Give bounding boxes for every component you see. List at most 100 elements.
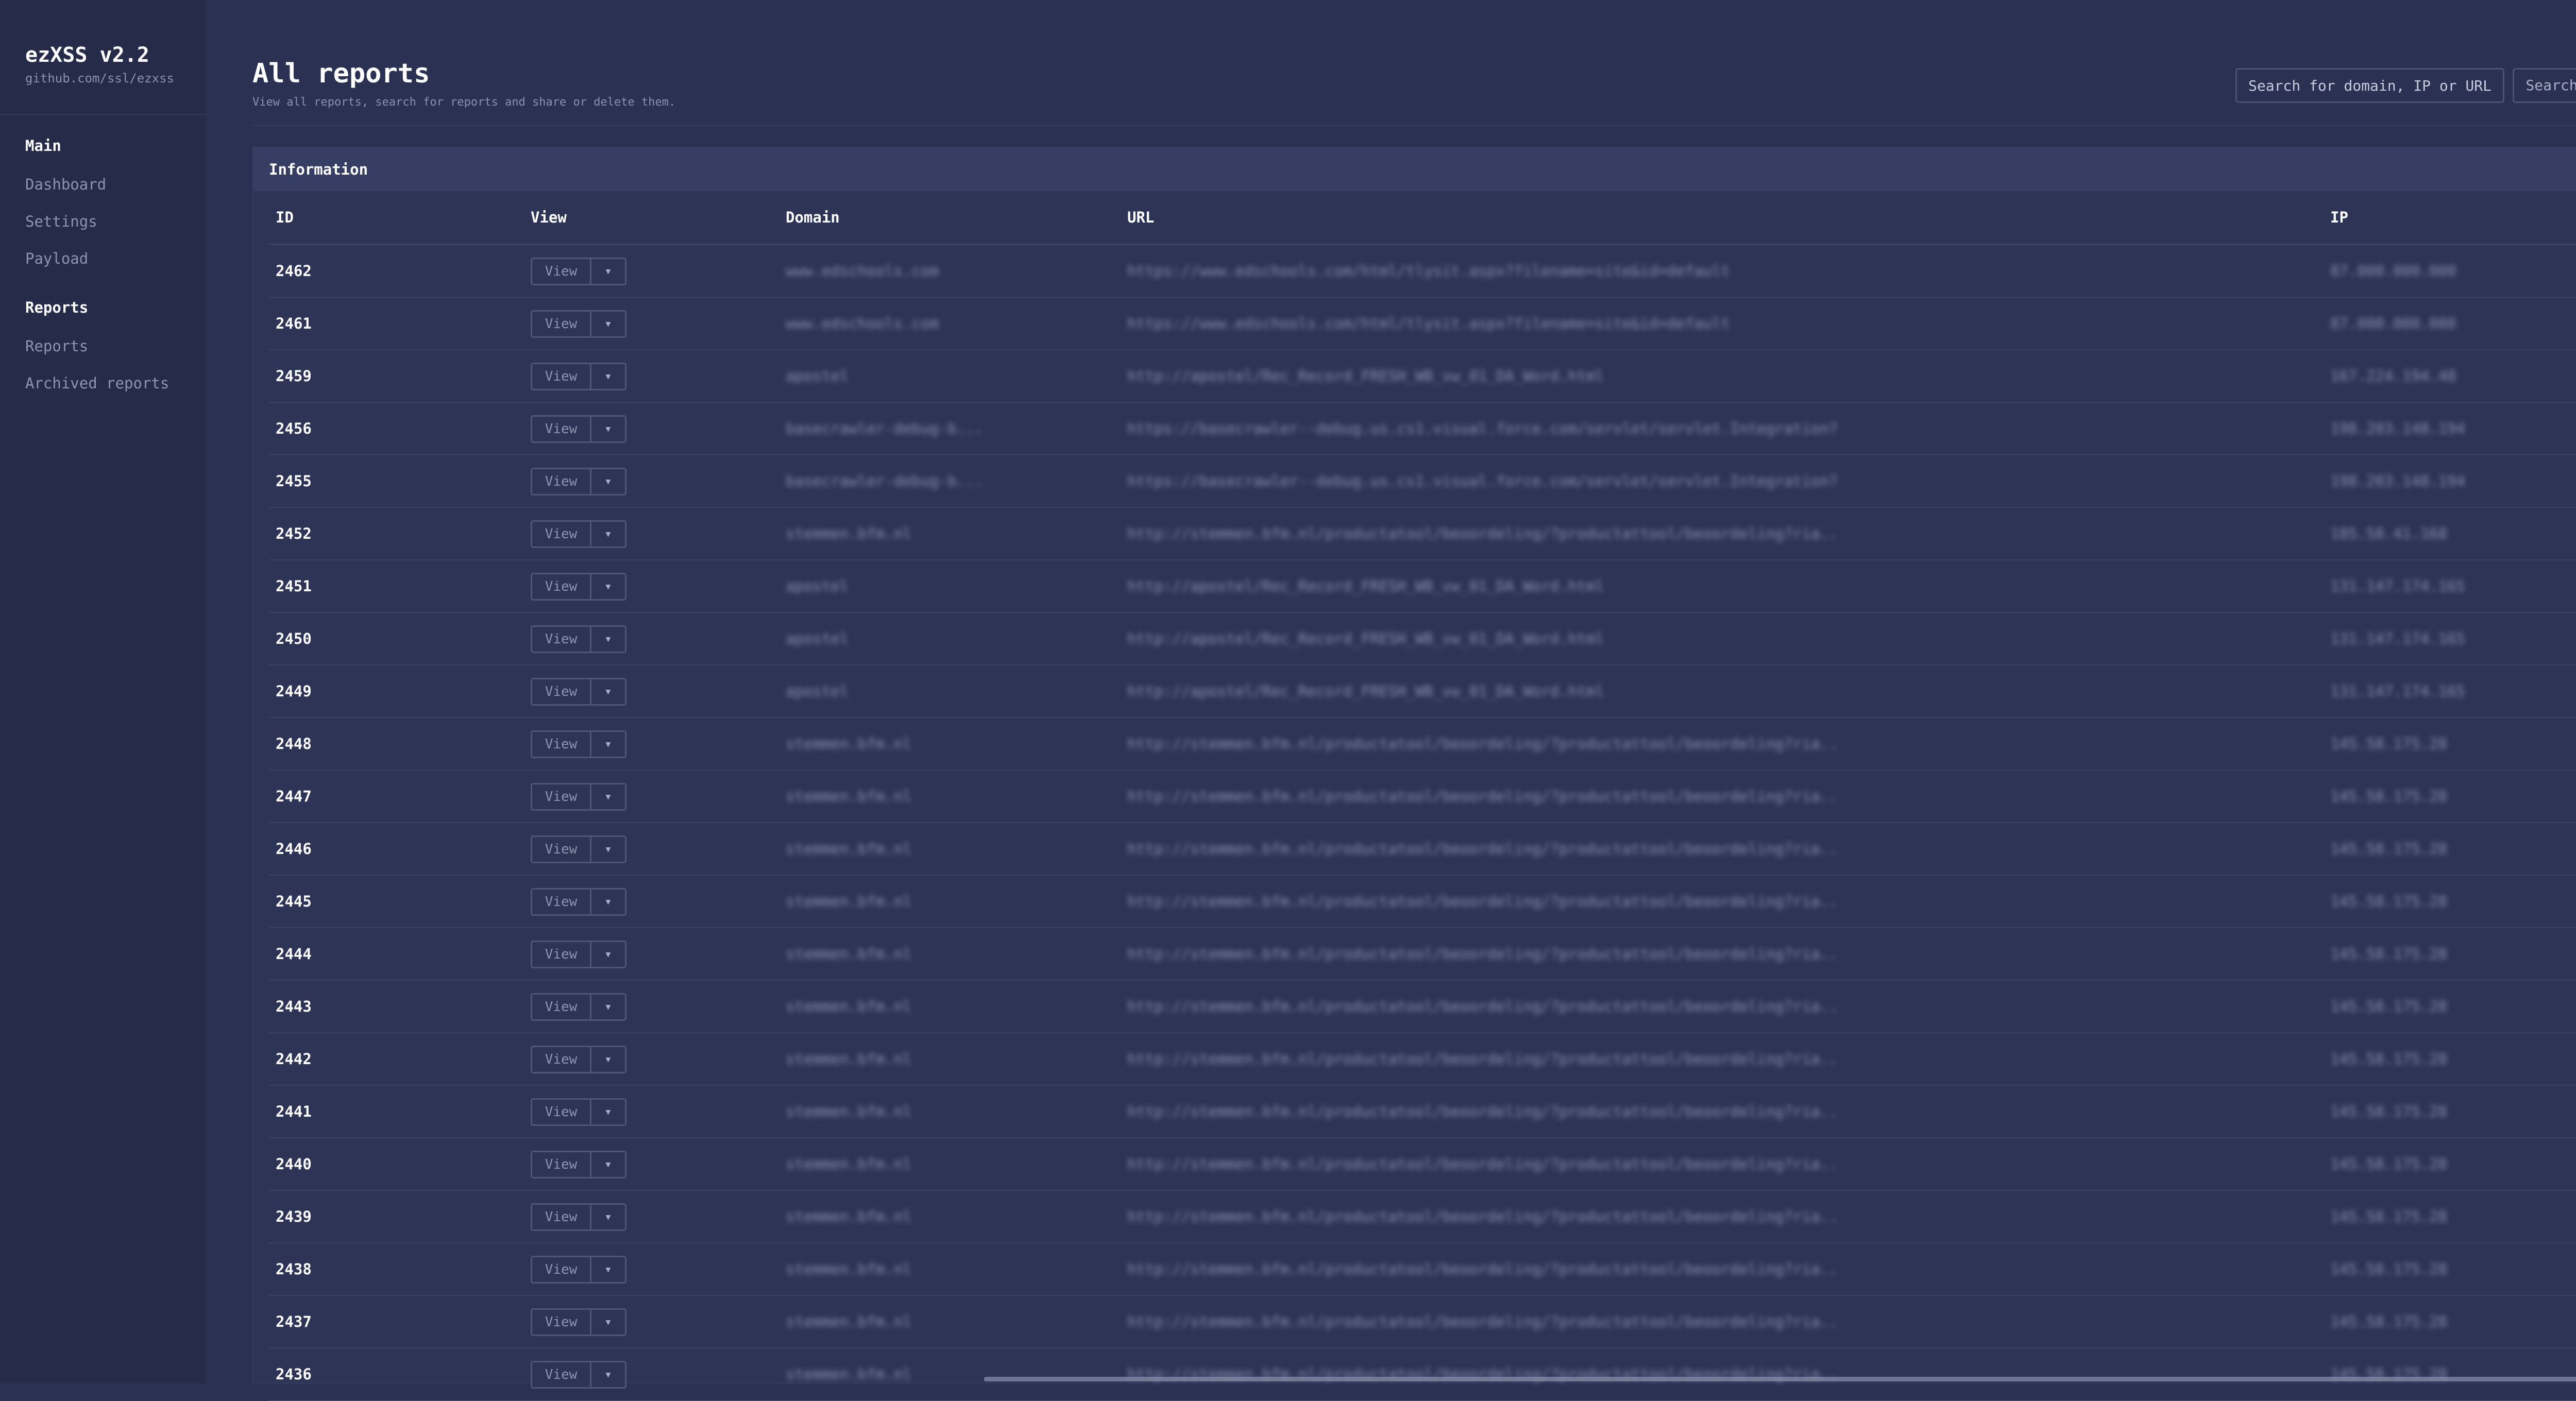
- table-row[interactable]: 2440 View ▼ stemmen.bfm.nl http://stemmen.bf…: [269, 1138, 2576, 1191]
- sidebar-item-dashboard[interactable]: Dashboard: [25, 166, 181, 203]
- caret-down-icon[interactable]: ▼: [591, 888, 626, 916]
- horizontal-scrollbar[interactable]: [984, 1377, 2576, 1381]
- report-url: http://stemmen.bfm.nl/productatool/beoor…: [1127, 945, 1838, 963]
- sidebar-item-archived-reports[interactable]: Archived reports: [25, 365, 181, 402]
- view-button[interactable]: View: [531, 730, 591, 758]
- report-domain: apostel: [786, 630, 849, 647]
- column-header-view: View: [531, 209, 567, 226]
- table-row[interactable]: 2447 View ▼ stemmen.bfm.nl http://stemmen.bf…: [269, 771, 2576, 823]
- report-url: http://apostel/Rec_Record_FRESH_WB_vw_01…: [1127, 577, 1604, 595]
- view-button[interactable]: View: [531, 363, 591, 390]
- table-row[interactable]: 2456 View ▼ basecrawler-debug-b... https://b…: [269, 403, 2576, 455]
- table-row[interactable]: 2448 View ▼ stemmen.bfm.nl http://stemmen.bf…: [269, 718, 2576, 771]
- view-button[interactable]: View: [531, 993, 591, 1021]
- report-domain: stemmen.bfm.nl: [786, 1365, 912, 1383]
- table-row[interactable]: 2459 View ▼ apostel http://apostel/Rec_Recor…: [269, 350, 2576, 403]
- view-button[interactable]: View: [531, 415, 591, 443]
- caret-down-icon[interactable]: ▼: [591, 1256, 626, 1284]
- report-url: http://stemmen.bfm.nl/productatool/beoor…: [1127, 1313, 1838, 1330]
- view-button-group: View ▼: [531, 730, 626, 758]
- view-button[interactable]: View: [531, 468, 591, 496]
- caret-down-icon[interactable]: ▼: [591, 415, 626, 443]
- caret-down-icon[interactable]: ▼: [591, 993, 626, 1021]
- app-subtitle: github.com/ssl/ezxss: [25, 71, 174, 86]
- view-button-group: View ▼: [531, 415, 626, 443]
- view-button[interactable]: View: [531, 1098, 591, 1126]
- table-row[interactable]: 2442 View ▼ stemmen.bfm.nl http://stemmen.bf…: [269, 1033, 2576, 1086]
- report-ip: 145.58.175.28: [2330, 1260, 2447, 1278]
- caret-down-icon[interactable]: ▼: [591, 1098, 626, 1126]
- caret-down-icon[interactable]: ▼: [591, 730, 626, 758]
- view-button[interactable]: View: [531, 783, 591, 811]
- view-button[interactable]: View: [531, 678, 591, 706]
- view-button[interactable]: View: [531, 1256, 591, 1284]
- table-row[interactable]: 2443 View ▼ stemmen.bfm.nl http://stemmen.bf…: [269, 981, 2576, 1033]
- sidebar-item-settings[interactable]: Settings: [25, 203, 181, 240]
- sidebar-item-reports[interactable]: Reports: [25, 328, 181, 365]
- caret-down-icon[interactable]: ▼: [591, 835, 626, 863]
- table-row[interactable]: 2451 View ▼ apostel http://apostel/Rec_Recor…: [269, 560, 2576, 613]
- table-row[interactable]: 2452 View ▼ stemmen.bfm.nl http://stemmen.bf…: [269, 508, 2576, 560]
- report-ip: 145.58.175.28: [2330, 1155, 2447, 1173]
- view-button[interactable]: View: [531, 1361, 591, 1389]
- caret-down-icon[interactable]: ▼: [591, 468, 626, 496]
- view-button[interactable]: View: [531, 625, 591, 653]
- sidebar-item-payload[interactable]: Payload: [25, 240, 181, 277]
- caret-down-icon[interactable]: ▼: [591, 1308, 626, 1336]
- caret-down-icon[interactable]: ▼: [591, 258, 626, 285]
- report-domain: stemmen.bfm.nl: [786, 735, 912, 753]
- caret-down-icon[interactable]: ▼: [591, 573, 626, 601]
- table-row[interactable]: 2450 View ▼ apostel http://apostel/Rec_Recor…: [269, 613, 2576, 665]
- table-row[interactable]: 2441 View ▼ stemmen.bfm.nl http://stemmen.bf…: [269, 1086, 2576, 1138]
- report-id: 2455: [276, 472, 312, 490]
- report-id: 2452: [276, 525, 312, 542]
- report-url: http://stemmen.bfm.nl/productatool/beoor…: [1127, 788, 1838, 805]
- view-button[interactable]: View: [531, 310, 591, 338]
- view-button[interactable]: View: [531, 573, 591, 601]
- view-button-group: View ▼: [531, 993, 626, 1021]
- view-button[interactable]: View: [531, 258, 591, 285]
- table-row[interactable]: 2444 View ▼ stemmen.bfm.nl http://stemmen.bf…: [269, 928, 2576, 981]
- table-row[interactable]: 2439 View ▼ stemmen.bfm.nl http://stemmen.bf…: [269, 1191, 2576, 1243]
- main-content: All reports View all reports, search for…: [206, 0, 2576, 1401]
- report-id: 2449: [276, 682, 312, 700]
- view-button[interactable]: View: [531, 888, 591, 916]
- report-url: https://www.edschools.com/html/tlysit.as…: [1127, 262, 1730, 280]
- caret-down-icon[interactable]: ▼: [591, 363, 626, 390]
- table-row[interactable]: 2462 View ▼ www.edschools.com https://www.ed…: [269, 245, 2576, 298]
- table-row[interactable]: 2449 View ▼ apostel http://apostel/Rec_Recor…: [269, 665, 2576, 718]
- table-row[interactable]: 2438 View ▼ stemmen.bfm.nl http://stemmen.bf…: [269, 1243, 2576, 1296]
- table-row[interactable]: 2455 View ▼ basecrawler-debug-b... https://b…: [269, 455, 2576, 508]
- view-button-group: View ▼: [531, 625, 626, 653]
- search-input[interactable]: [2235, 68, 2504, 103]
- view-button[interactable]: View: [531, 941, 591, 968]
- caret-down-icon[interactable]: ▼: [591, 1151, 626, 1178]
- caret-down-icon[interactable]: ▼: [591, 678, 626, 706]
- caret-down-icon[interactable]: ▼: [591, 1046, 626, 1073]
- view-button[interactable]: View: [531, 520, 591, 548]
- view-button[interactable]: View: [531, 1151, 591, 1178]
- caret-down-icon[interactable]: ▼: [591, 625, 626, 653]
- table-row[interactable]: 2437 View ▼ stemmen.bfm.nl http://stemmen.bf…: [269, 1296, 2576, 1348]
- caret-down-icon[interactable]: ▼: [591, 1203, 626, 1231]
- view-button[interactable]: View: [531, 1308, 591, 1336]
- caret-down-icon[interactable]: ▼: [591, 783, 626, 811]
- caret-down-icon[interactable]: ▼: [591, 520, 626, 548]
- report-ip: 87.000.000.000: [2330, 315, 2456, 332]
- table-row[interactable]: 2461 View ▼ www.edschools.com https://www.ed…: [269, 298, 2576, 350]
- caret-down-icon[interactable]: ▼: [591, 1361, 626, 1389]
- view-button-group: View ▼: [531, 1046, 626, 1073]
- column-header-domain: Domain: [786, 209, 840, 226]
- view-button[interactable]: View: [531, 1046, 591, 1073]
- table-row[interactable]: 2446 View ▼ stemmen.bfm.nl http://stemmen.bf…: [269, 823, 2576, 876]
- caret-down-icon[interactable]: ▼: [591, 310, 626, 338]
- caret-down-icon[interactable]: ▼: [591, 941, 626, 968]
- sidebar-section-reports: Reports Reports Archived reports: [0, 299, 206, 402]
- table-row[interactable]: 2445 View ▼ stemmen.bfm.nl http://stemmen.bf…: [269, 876, 2576, 928]
- report-id: 2451: [276, 577, 312, 595]
- search-button[interactable]: Search: [2513, 68, 2576, 103]
- view-button[interactable]: View: [531, 1203, 591, 1231]
- view-button-group: View ▼: [531, 1203, 626, 1231]
- table-row[interactable]: 2436 View ▼ stemmen.bfm.nl http://stemmen.bf…: [269, 1348, 2576, 1401]
- view-button[interactable]: View: [531, 835, 591, 863]
